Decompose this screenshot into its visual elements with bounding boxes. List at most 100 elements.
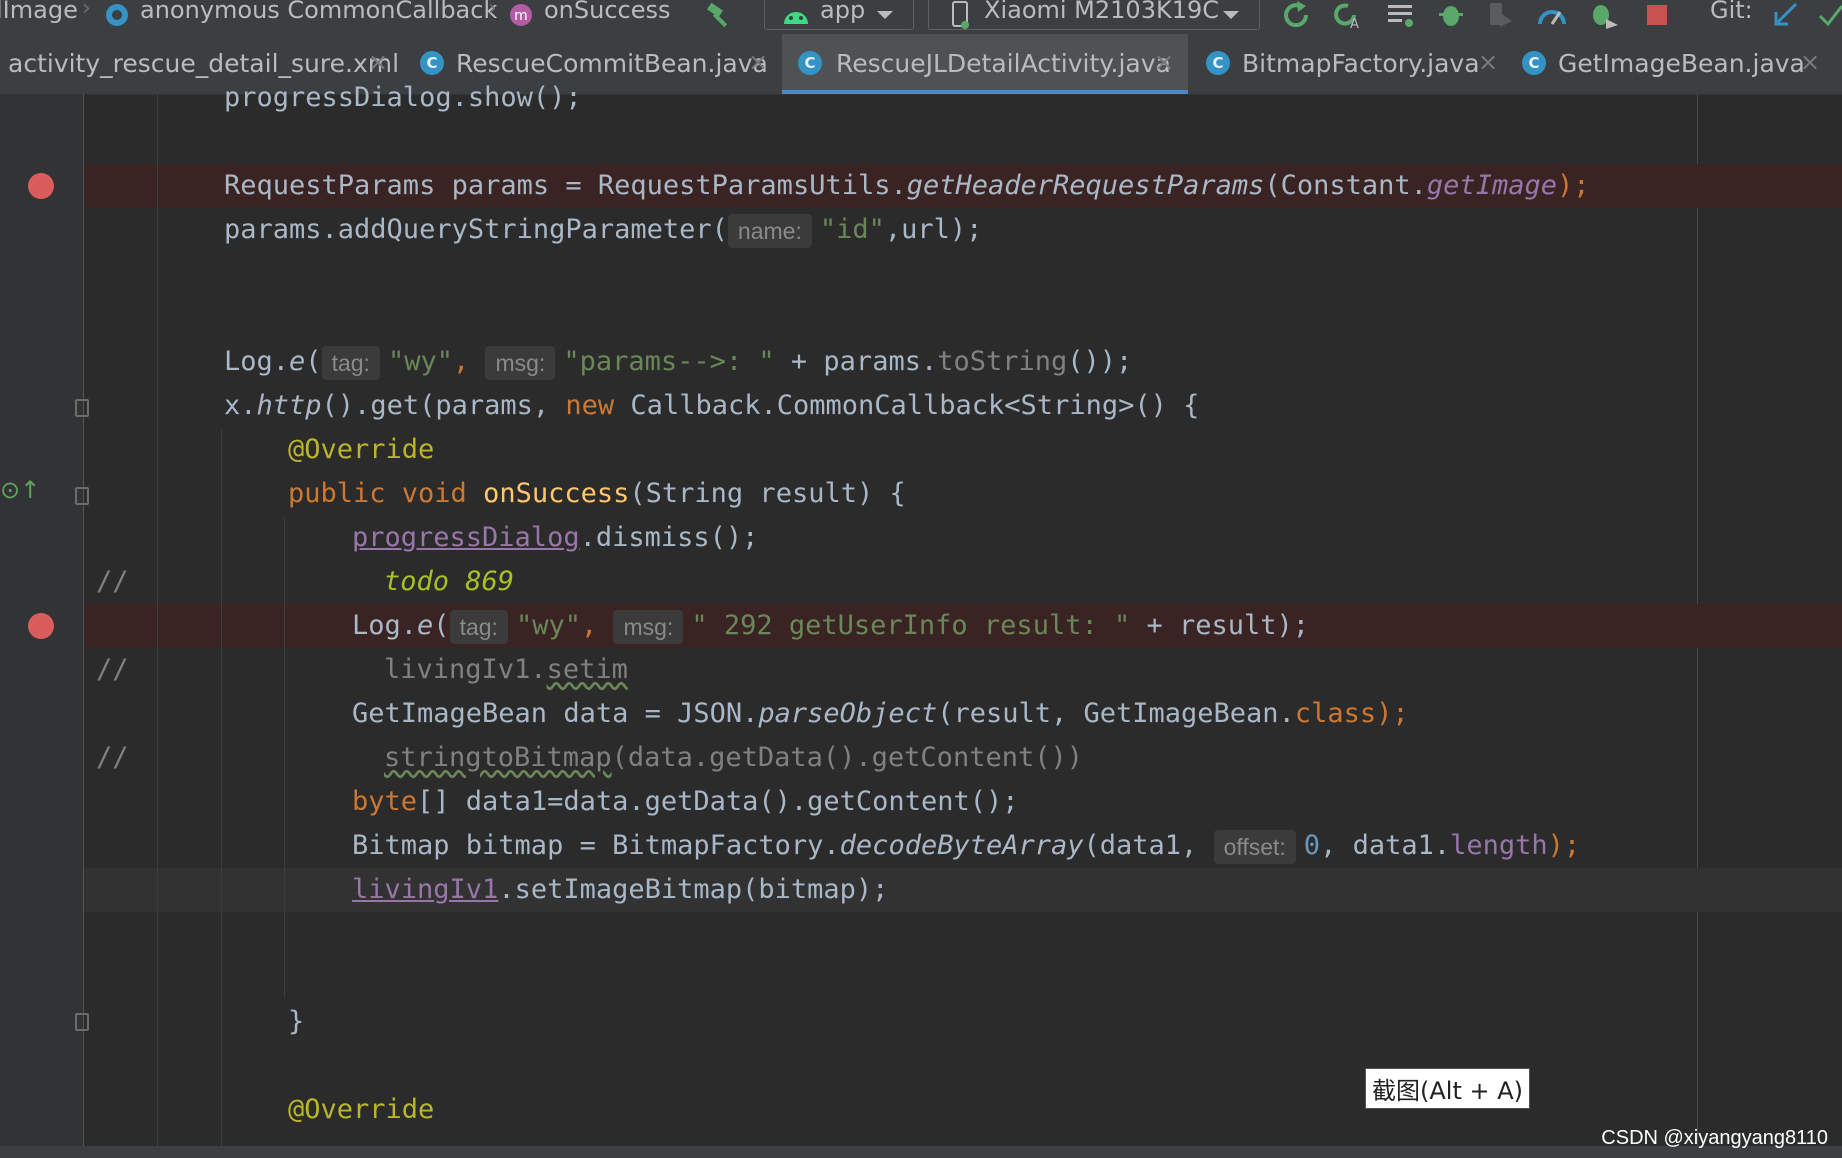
static-method-call: http xyxy=(256,390,322,421)
fold-collapse-icon[interactable] xyxy=(75,487,89,505)
code-text: + result); xyxy=(1130,610,1310,641)
close-icon[interactable]: × xyxy=(368,48,388,76)
comment-marker: // xyxy=(96,566,129,597)
attach-debugger-icon[interactable] xyxy=(1486,2,1516,28)
keyword: byte xyxy=(352,786,418,817)
caret-line-highlight xyxy=(84,868,1842,912)
code-line[interactable]: Log.e(tag: "wy", msg: " 292 getUserInfo re… xyxy=(352,604,1309,648)
parameter-hint: msg: xyxy=(613,609,684,644)
number-literal: 0 xyxy=(1303,830,1321,861)
tab-get-image-bean[interactable]: C GetImageBean.java × xyxy=(1514,34,1842,94)
close-icon[interactable]: × xyxy=(1478,48,1498,76)
string-literal: " 292 getUserInfo result: " xyxy=(691,610,1131,641)
tab-label: activity_rescue_detail_sure.xml xyxy=(8,49,400,78)
code-line[interactable]: Log.e(tag: "wy", msg: "params-->: " + para… xyxy=(224,340,1132,384)
code-line[interactable]: @Override xyxy=(288,1088,434,1132)
indent-guide xyxy=(157,94,158,1146)
breakpoint-icon[interactable] xyxy=(28,173,54,199)
fold-collapse-icon[interactable] xyxy=(75,399,89,417)
code-text: ,url); xyxy=(884,214,983,245)
close-icon[interactable]: × xyxy=(1800,48,1820,76)
code-punct: , xyxy=(580,610,614,641)
fold-expand-icon[interactable] xyxy=(75,1013,89,1031)
screenshot-tooltip: 截图(Alt + A) xyxy=(1365,1068,1531,1109)
code-line[interactable]: params.addQueryStringParameter(name: "id"… xyxy=(224,208,982,252)
build-hammer-icon[interactable] xyxy=(706,2,736,28)
method-icon: m xyxy=(508,2,534,28)
rerun-icon[interactable] xyxy=(1282,1,1312,28)
code-line[interactable]: progressDialog.dismiss(); xyxy=(352,516,758,560)
static-method-call: e xyxy=(417,610,434,641)
keyword: new xyxy=(565,390,615,421)
redundant-call: toString xyxy=(937,346,1068,377)
code-line[interactable]: x.http().get(params, new Callback.Common… xyxy=(224,384,1199,428)
chevron-down-icon xyxy=(1220,2,1242,28)
code-text: (data1, xyxy=(1083,830,1214,861)
field-reference: livingIv1 xyxy=(352,874,499,905)
override-method-icon[interactable]: ⊙↑ xyxy=(0,476,40,504)
code-line[interactable]: @Override xyxy=(288,428,434,472)
code-text: GetImageBean data = JSON. xyxy=(352,698,759,729)
code-text: ()); xyxy=(1067,346,1133,377)
static-method-call: e xyxy=(289,346,306,377)
navigation-toolbar: lImage › anonymous CommonCallback › m on… xyxy=(0,0,1842,34)
tab-label: GetImageBean.java xyxy=(1558,49,1805,78)
apply-changes-icon[interactable]: A xyxy=(1332,2,1362,29)
run-list-icon[interactable] xyxy=(1386,2,1416,28)
comment-marker: // xyxy=(96,654,129,685)
code-text: .setImageBitmap(bitmap); xyxy=(498,874,889,905)
string-literal: "wy" xyxy=(387,346,453,377)
closing-brace: } xyxy=(288,1006,305,1037)
parameter-hint: tag: xyxy=(321,345,380,380)
code-text: progressDialog.show(); xyxy=(224,82,582,113)
code-line[interactable]: } xyxy=(288,1000,304,1044)
comment-marker: // xyxy=(96,742,129,773)
close-icon[interactable]: × xyxy=(748,48,768,76)
tab-rescue-jl-detail-activity[interactable]: C RescueJLDetailActivity.java × xyxy=(782,34,1188,94)
git-update-icon[interactable] xyxy=(1772,2,1800,28)
git-commit-icon[interactable] xyxy=(1818,2,1842,28)
code-line[interactable]: Bitmap bitmap = BitmapFactory.decodeByte… xyxy=(352,824,1580,868)
debug-attach-icon[interactable] xyxy=(1588,2,1620,29)
tab-bitmap-factory[interactable]: C BitmapFactory.java × xyxy=(1192,34,1510,94)
parameter-hint: msg: xyxy=(485,345,556,380)
commented-code: (data.getData().getContent()) xyxy=(611,742,1083,773)
stop-icon[interactable] xyxy=(1644,2,1670,28)
debug-icon[interactable] xyxy=(1436,2,1466,28)
code-text: (Constant. xyxy=(1264,170,1427,201)
code-text: + params. xyxy=(774,346,938,377)
code-line[interactable]: livingIv1.setim xyxy=(384,648,628,692)
code-punct: ); xyxy=(1556,170,1590,201)
code-line[interactable]: byte[] data1=data.getData().getContent()… xyxy=(352,780,1018,824)
breadcrumb-item-class[interactable]: lImage xyxy=(0,0,78,24)
tab-label: RescueCommitBean.java xyxy=(456,49,768,78)
string-literal: "wy" xyxy=(515,610,581,641)
class-icon: C xyxy=(798,51,822,75)
code-line[interactable]: GetImageBean data = JSON.parseObject(res… xyxy=(352,692,1409,736)
device-label: Xiaomi M2103K19C xyxy=(984,0,1219,24)
profiler-icon[interactable] xyxy=(1536,2,1568,28)
code-text: [] data1=data.getData().getContent(); xyxy=(417,786,1019,817)
class-icon: C xyxy=(1522,51,1546,75)
code-text: ( xyxy=(305,346,322,377)
keyword: class xyxy=(1294,698,1377,729)
code-line[interactable]: livingIv1.setImageBitmap(bitmap); xyxy=(352,868,888,912)
breadcrumb-item-anonymous[interactable]: anonymous CommonCallback xyxy=(140,0,497,24)
close-icon[interactable]: × xyxy=(1154,48,1174,76)
annotation: @Override xyxy=(288,434,435,465)
svg-text:m: m xyxy=(514,8,528,24)
code-text: Log. xyxy=(224,346,290,377)
code-line[interactable]: todo 869 xyxy=(384,560,514,604)
run-config-label: app xyxy=(820,0,866,24)
code-line[interactable]: public void onSuccess(String result) { xyxy=(288,472,906,516)
code-text: ( xyxy=(433,610,450,641)
tab-label: BitmapFactory.java xyxy=(1242,49,1480,78)
code-line[interactable]: RequestParams params = RequestParamsUtil… xyxy=(224,164,1589,208)
android-icon xyxy=(780,2,812,28)
breakpoint-icon[interactable] xyxy=(28,613,54,639)
breadcrumb-item-method[interactable]: onSuccess xyxy=(544,0,671,24)
horizontal-scrollbar[interactable] xyxy=(0,1146,1842,1158)
commented-code: setim xyxy=(546,654,628,685)
code-line[interactable]: progressDialog.show(); xyxy=(224,76,582,120)
code-line[interactable]: stringtoBitmap(data.getData().getContent… xyxy=(384,736,1083,780)
